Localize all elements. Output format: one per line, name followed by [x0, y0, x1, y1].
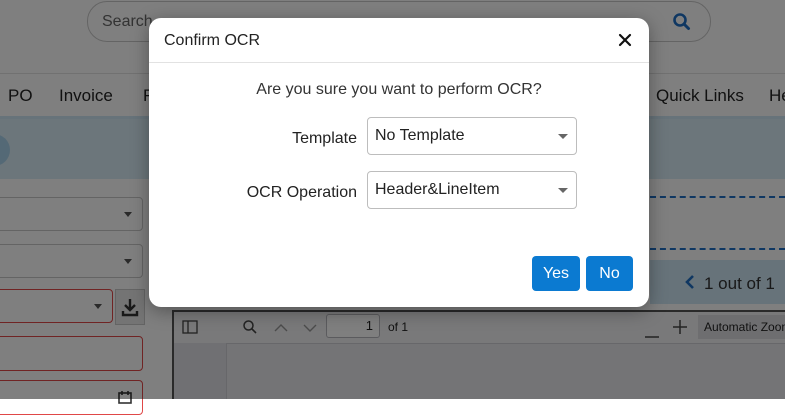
- no-button[interactable]: No: [586, 256, 633, 291]
- chevron-down-icon: [558, 134, 568, 139]
- template-select[interactable]: No Template: [367, 117, 577, 155]
- close-icon[interactable]: [617, 32, 633, 48]
- template-label: Template: [292, 130, 357, 147]
- yes-button[interactable]: Yes: [532, 256, 580, 291]
- ocr-operation-select[interactable]: Header&LineItem: [367, 171, 577, 209]
- confirm-question: Are you sure you want to perform OCR?: [256, 81, 542, 98]
- ocr-operation-select-value: Header&LineItem: [375, 181, 500, 198]
- ocr-operation-label: OCR Operation: [246, 184, 357, 201]
- dialog-title: Confirm OCR: [164, 32, 261, 49]
- chevron-down-icon: [558, 188, 568, 193]
- template-select-value: No Template: [375, 127, 465, 144]
- confirm-ocr-dialog: Confirm OCR Are you sure you want to per…: [149, 18, 649, 307]
- dialog-header: Confirm OCR: [149, 18, 649, 63]
